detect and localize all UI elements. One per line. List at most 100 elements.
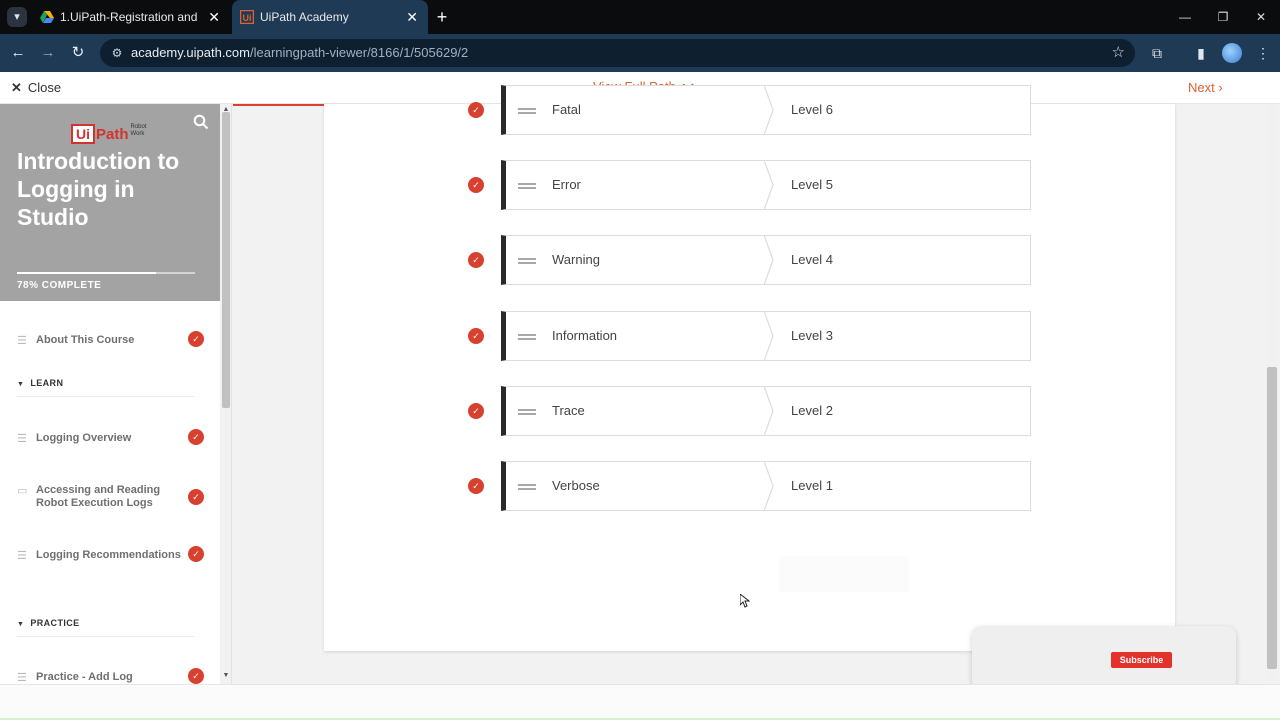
- scrollbar-thumb[interactable]: [222, 112, 230, 408]
- bookmark-star-icon[interactable]: ☆: [1112, 43, 1125, 61]
- check-icon: ✓: [468, 403, 484, 419]
- match-term: Warning: [552, 252, 600, 267]
- restore-icon[interactable]: ❐: [1204, 0, 1242, 34]
- match-pair[interactable]: Warning Level 4: [501, 235, 1031, 285]
- chevron-divider: [764, 85, 774, 135]
- text-lines-icon: ☰: [17, 672, 27, 684]
- check-icon: ✓: [188, 331, 204, 347]
- new-tab-button[interactable]: +: [433, 4, 451, 30]
- check-icon: ✓: [468, 102, 484, 118]
- google-drive-icon: [40, 11, 54, 23]
- section-label: LEARN: [30, 378, 64, 388]
- close-course-button[interactable]: ✕ Close: [11, 72, 61, 104]
- progress-label: 78% COMPLETE: [17, 280, 102, 291]
- tab-title: 1.UiPath-Registration and RPA E: [60, 10, 200, 24]
- section-label: PRACTICE: [30, 618, 80, 628]
- drag-handle-icon[interactable]: [518, 183, 536, 189]
- close-tab-icon[interactable]: ✕: [208, 0, 220, 34]
- bottom-strip: [0, 684, 1280, 720]
- scroll-down-icon[interactable]: ▼: [222, 672, 230, 679]
- sidebar-scrollbar[interactable]: ▲ ▼: [220, 104, 231, 684]
- lesson-label: Practice - Add Log Messages: [36, 671, 133, 683]
- uipath-logo: Ui Path Robot Work: [71, 124, 147, 144]
- match-term: Information: [552, 328, 618, 343]
- check-icon: ✓: [468, 478, 484, 494]
- tab-uipath-academy[interactable]: Ui UiPath Academy ✕: [232, 0, 428, 34]
- profile-avatar[interactable]: [1222, 43, 1242, 63]
- chevron-divider: [764, 311, 774, 361]
- course-header: Ui Path Robot Work Introduction to Logging …: [0, 104, 220, 301]
- window-close-icon[interactable]: ✕: [1242, 0, 1280, 34]
- submit-button[interactable]: [779, 556, 909, 592]
- address-bar[interactable]: ⚙ academy.uipath.com/learningpath-viewer…: [100, 39, 1135, 67]
- browser-menu-icon[interactable]: ⋮: [1252, 42, 1274, 64]
- reload-icon[interactable]: ↻: [67, 42, 89, 64]
- close-tab-icon[interactable]: ✕: [406, 0, 418, 34]
- drag-handle-icon[interactable]: [518, 334, 536, 340]
- section-learn[interactable]: ▼ LEARN: [17, 378, 194, 397]
- caret-down-icon: ▼: [17, 621, 25, 628]
- check-icon: ✓: [188, 668, 204, 684]
- tab-registration[interactable]: 1.UiPath-Registration and RPA E ✕: [32, 0, 230, 34]
- drag-handle-icon[interactable]: [518, 108, 536, 114]
- tab-title: UiPath Academy: [260, 10, 349, 24]
- match-value: Level 3: [791, 328, 833, 343]
- chevron-divider: [764, 160, 774, 210]
- match-pair[interactable]: Error Level 5: [501, 160, 1031, 210]
- lesson-label: Accessing and Reading Robot Execution Lo…: [36, 484, 161, 509]
- match-term: Fatal: [552, 102, 581, 117]
- chevron-divider: [764, 386, 774, 436]
- close-label: Close: [27, 80, 62, 95]
- match-pair[interactable]: Verbose Level 1: [501, 461, 1031, 511]
- site-info-icon[interactable]: ⚙: [108, 44, 126, 62]
- course-sidebar: Ui Path Robot Work Introduction to Logging …: [0, 104, 232, 684]
- minimize-icon[interactable]: —: [1166, 0, 1204, 34]
- section-practice[interactable]: ▼ PRACTICE: [17, 618, 194, 637]
- back-icon[interactable]: ←: [7, 42, 29, 64]
- match-term: Error: [552, 177, 581, 192]
- next-button[interactable]: Next ›: [1188, 72, 1223, 104]
- match-row: ✓ Fatal Level 6: [324, 85, 1175, 135]
- chevron-right-icon: ›: [1218, 80, 1223, 95]
- content-scrollbar[interactable]: [1266, 104, 1278, 684]
- subscribe-popup: Subscribe: [972, 626, 1236, 690]
- course-title: Introduction to Logging in Studio: [17, 148, 180, 230]
- side-panel-icon[interactable]: ▮: [1190, 42, 1212, 64]
- match-value: Level 6: [791, 102, 833, 117]
- check-icon: ✓: [468, 177, 484, 193]
- check-icon: ✓: [188, 429, 204, 445]
- text-lines-icon: ☰: [17, 550, 27, 562]
- mouse-cursor-icon: [739, 592, 751, 611]
- match-row: ✓ Verbose Level 1: [324, 461, 1175, 511]
- check-icon: ✓: [188, 489, 204, 505]
- lesson-label: Logging Recommendations: [36, 549, 181, 561]
- drag-handle-icon[interactable]: [518, 409, 536, 415]
- matching-card: ✓ Fatal Level 6 ✓ Error Level 5 ✓ Warnin…: [324, 85, 1175, 651]
- browser-tab-bar: ▾ 1.UiPath-Registration and RPA E ✕ Ui U…: [0, 0, 1280, 34]
- match-value: Level 4: [791, 252, 833, 267]
- match-pair[interactable]: Information Level 3: [501, 311, 1031, 361]
- match-pair[interactable]: Fatal Level 6: [501, 85, 1031, 135]
- drag-handle-icon[interactable]: [518, 258, 536, 264]
- course-progress-bar: [17, 272, 195, 274]
- search-icon[interactable]: [193, 114, 209, 130]
- lesson-label: Logging Overview: [36, 432, 132, 444]
- url-host: academy.uipath.com: [131, 45, 250, 60]
- extensions-icon[interactable]: ⧉: [1146, 42, 1168, 64]
- match-value: Level 5: [791, 177, 833, 192]
- subscribe-button[interactable]: Subscribe: [1111, 652, 1172, 668]
- progress-fill: [17, 272, 156, 274]
- scrollbar-thumb[interactable]: [1267, 367, 1277, 669]
- svg-text:Ui: Ui: [243, 13, 252, 23]
- match-term: Trace: [552, 403, 585, 418]
- match-value: Level 1: [791, 478, 833, 493]
- check-icon: ✓: [468, 252, 484, 268]
- match-pair[interactable]: Trace Level 2: [501, 386, 1031, 436]
- tab-search-button[interactable]: ▾: [7, 7, 27, 27]
- chevron-divider: [764, 461, 774, 511]
- drag-handle-icon[interactable]: [518, 484, 536, 490]
- next-label: Next: [1188, 80, 1215, 95]
- forward-icon[interactable]: →: [37, 42, 59, 64]
- close-icon: ✕: [11, 80, 22, 95]
- chevron-divider: [764, 235, 774, 285]
